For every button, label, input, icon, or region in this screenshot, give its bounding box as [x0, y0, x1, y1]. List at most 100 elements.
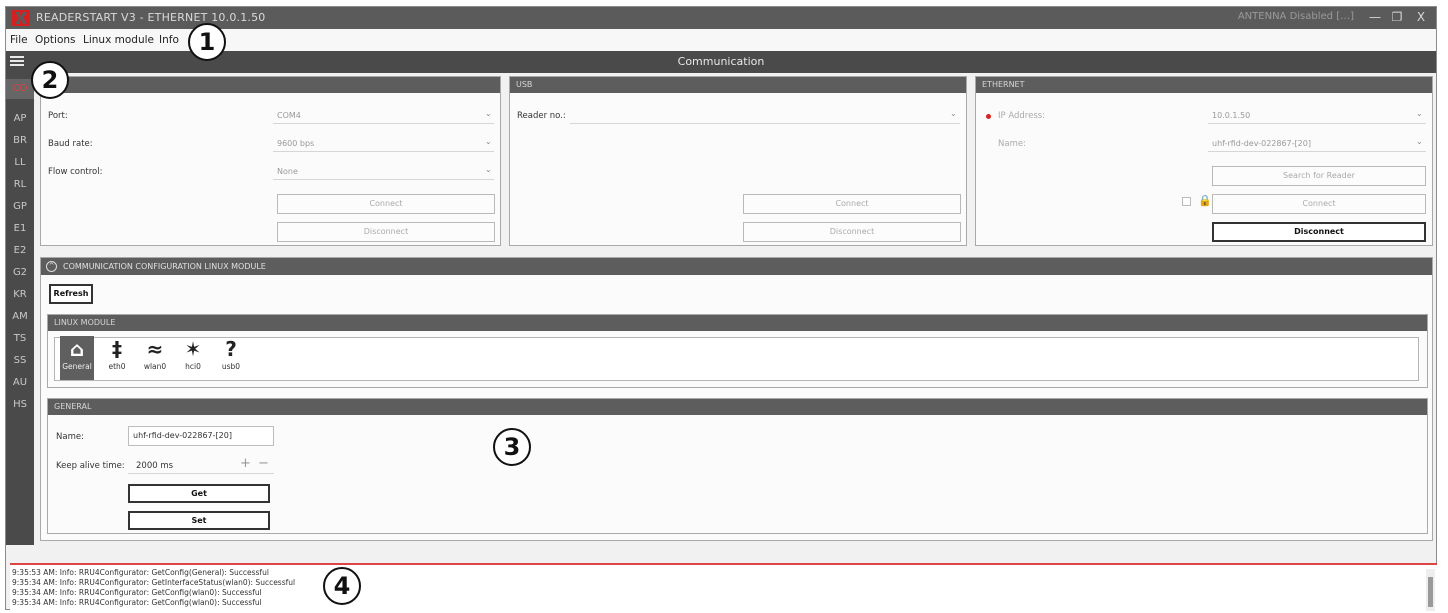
port-chevron-down-icon[interactable]: ⌄	[485, 109, 492, 118]
usb-connect-button[interactable]: Connect	[743, 194, 961, 214]
sidebar-item-ts[interactable]: TS	[6, 329, 34, 349]
sidebar-item-co[interactable]: CO	[6, 79, 34, 99]
bluetooth-icon: ✶	[184, 337, 202, 361]
module-label: General	[62, 362, 92, 371]
refresh-button[interactable]: Refresh	[49, 284, 93, 304]
app-logo-icon	[12, 10, 30, 26]
module-tab-wlan0[interactable]: ≈ wlan0	[140, 336, 170, 380]
general-panel: GENERAL Name: uhf-rfid-dev-022867-[20] K…	[47, 398, 1428, 534]
page-title: Communication	[677, 55, 765, 68]
log-panel[interactable]: 9:35:53 AM: Info: RRU4Configurator: GetC…	[10, 563, 1437, 611]
linux-config-title: COMMUNICATION CONFIGURATION LINUX MODULE	[63, 262, 266, 271]
minimize-button[interactable]: —	[1366, 9, 1384, 26]
menu-file[interactable]: File	[10, 34, 28, 46]
sidebar-item-ap[interactable]: AP	[6, 109, 34, 129]
close-button[interactable]: X	[1412, 9, 1430, 26]
ethernet-panel: ETHERNET IP Address: 10.0.1.50 ⌄ Name: u…	[975, 76, 1433, 246]
sidebar-item-e1[interactable]: E1	[6, 219, 34, 239]
module-label: hci0	[185, 362, 201, 371]
question-icon: ?	[225, 337, 237, 361]
window-title: READERSTART V3 - ETHERNET 10.0.1.50	[36, 11, 266, 24]
flow-chevron-down-icon[interactable]: ⌄	[485, 165, 492, 174]
sidebar-item-hs[interactable]: HS	[6, 395, 34, 415]
usb-panel: USB Reader no.: ⌄ Connect Disconnect	[509, 76, 967, 246]
callout-3: 3	[493, 428, 531, 466]
log-line: 9:35:34 AM: Info: RRU4Configurator: GetC…	[12, 598, 262, 607]
collapse-chevron-icon[interactable]: ^	[46, 261, 57, 272]
ethernet-panel-header: ETHERNET	[976, 77, 1432, 93]
ip-address-select[interactable]: 10.0.1.50	[1212, 111, 1250, 120]
log-line: 9:35:53 AM: Info: RRU4Configurator: GetC…	[12, 568, 269, 577]
linux-config-header[interactable]: ^ COMMUNICATION CONFIGURATION LINUX MODU…	[41, 258, 1432, 275]
keep-alive-value[interactable]: 2000 ms	[136, 461, 173, 471]
callout-1: 1	[188, 23, 226, 61]
lock-icon: 🔒	[1198, 194, 1212, 207]
sidebar-item-ll[interactable]: LL	[6, 153, 34, 173]
sidebar-item-au[interactable]: AU	[6, 373, 34, 393]
ethernet-plug-icon: ‡	[112, 337, 122, 361]
keep-alive-underline	[128, 473, 274, 474]
log-scrollbar[interactable]	[1426, 569, 1435, 611]
serial-panel-header	[41, 77, 500, 93]
home-icon: ⌂	[69, 337, 85, 361]
menu-info[interactable]: Info	[159, 34, 179, 46]
baud-rate-select[interactable]: 9600 bps	[277, 139, 314, 148]
log-line: 9:35:34 AM: Info: RRU4Configurator: GetI…	[12, 578, 296, 587]
eth-name-select[interactable]: uhf-rfid-dev-022867-[20]	[1212, 139, 1311, 148]
flow-control-label: Flow control:	[48, 167, 103, 177]
increment-plus-icon[interactable]: +	[240, 456, 251, 471]
usb-panel-header: USB	[510, 77, 966, 93]
general-header: GENERAL	[48, 399, 1427, 415]
maximize-button[interactable]: ❐	[1388, 9, 1406, 26]
module-tab-hci0[interactable]: ✶ hci0	[178, 336, 208, 380]
module-tab-eth0[interactable]: ‡ eth0	[102, 336, 132, 380]
eth-name-chevron-down-icon[interactable]: ⌄	[1416, 137, 1423, 146]
title-bar: READERSTART V3 - ETHERNET 10.0.1.50 ANTE…	[6, 7, 1436, 29]
menu-options[interactable]: Options	[35, 34, 76, 46]
decrement-minus-icon[interactable]: −	[258, 456, 269, 471]
flow-control-select[interactable]: None	[277, 167, 298, 176]
sidebar-item-gp[interactable]: GP	[6, 197, 34, 217]
sidebar-item-rl[interactable]: RL	[6, 175, 34, 195]
port-underline	[273, 123, 494, 124]
module-label: wlan0	[143, 362, 167, 371]
wifi-icon: ≈	[146, 337, 164, 361]
module-tab-general[interactable]: ⌂ General	[60, 336, 94, 380]
module-label: eth0	[108, 362, 126, 371]
reader-chevron-down-icon[interactable]: ⌄	[950, 109, 957, 118]
sidebar-item-br[interactable]: BR	[6, 131, 34, 151]
serial-connect-button[interactable]: Connect	[277, 194, 495, 214]
search-for-reader-button[interactable]: Search for Reader	[1212, 166, 1426, 186]
sidebar-item-e2[interactable]: E2	[6, 241, 34, 261]
log-scrollbar-thumb[interactable]	[1428, 577, 1433, 607]
sidebar-item-g2[interactable]: G2	[6, 263, 34, 283]
callout-4: 4	[323, 567, 361, 605]
linux-config-section: ^ COMMUNICATION CONFIGURATION LINUX MODU…	[40, 257, 1433, 541]
serial-disconnect-button[interactable]: Disconnect	[277, 222, 495, 242]
reader-no-label: Reader no.:	[517, 111, 566, 121]
sidebar-item-ss[interactable]: SS	[6, 351, 34, 371]
eth-name-label: Name:	[998, 139, 1026, 149]
sidebar-item-kr[interactable]: KR	[6, 285, 34, 305]
module-label: usb0	[221, 362, 241, 371]
flow-underline	[273, 179, 494, 180]
ip-status-dot	[986, 114, 991, 119]
linux-module-header: LINUX MODULE	[48, 315, 1427, 331]
get-button[interactable]: Get	[128, 484, 270, 503]
general-name-input[interactable]: uhf-rfid-dev-022867-[20]	[128, 426, 274, 446]
reader-select[interactable]	[570, 123, 960, 124]
eth-disconnect-button[interactable]: Disconnect	[1212, 222, 1426, 242]
sidebar: CO AP BR LL RL GP E1 E2 G2 KR AM TS SS A…	[6, 73, 34, 545]
serial-panel: Port: COM4 ⌄ Baud rate: 9600 bps ⌄ Flow …	[40, 76, 501, 246]
set-button[interactable]: Set	[128, 511, 270, 530]
menu-linux-module[interactable]: Linux module	[83, 34, 154, 46]
general-name-label: Name:	[56, 432, 84, 442]
port-select[interactable]: COM4	[277, 111, 301, 120]
lock-checkbox[interactable]	[1182, 197, 1191, 206]
usb-disconnect-button[interactable]: Disconnect	[743, 222, 961, 242]
ip-chevron-down-icon[interactable]: ⌄	[1416, 109, 1423, 118]
module-tab-usb0[interactable]: ? usb0	[216, 336, 246, 380]
baud-chevron-down-icon[interactable]: ⌄	[485, 137, 492, 146]
eth-connect-button[interactable]: Connect	[1212, 194, 1426, 214]
sidebar-item-am[interactable]: AM	[6, 307, 34, 327]
